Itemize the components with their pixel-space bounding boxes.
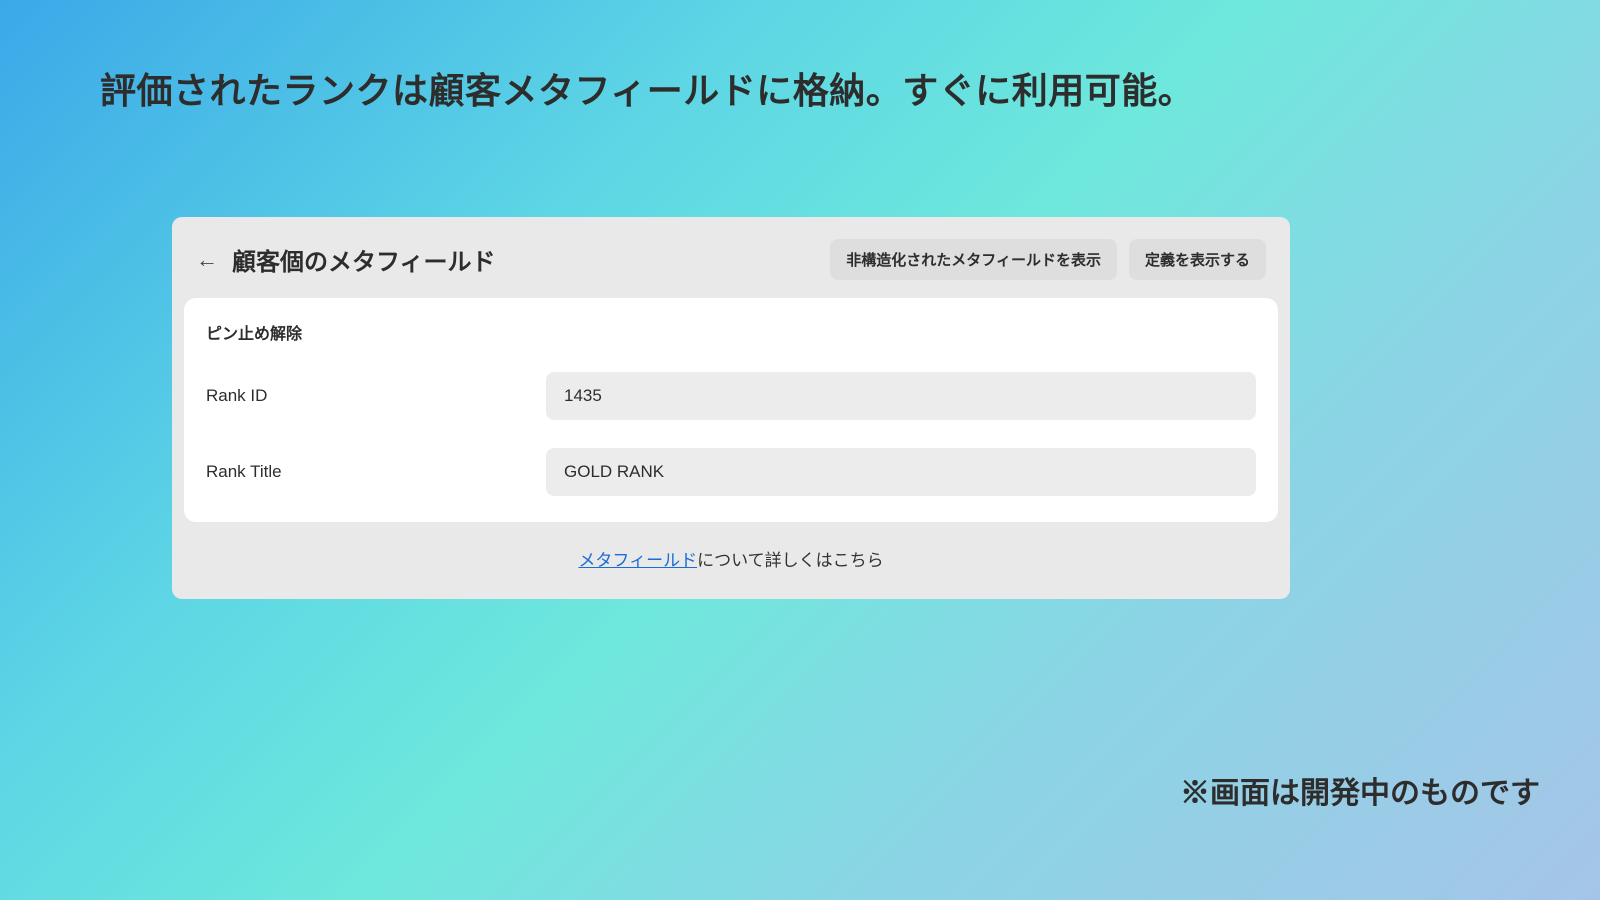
header-actions: 非構造化されたメタフィールドを表示 定義を表示する: [830, 239, 1266, 280]
footer-help: メタフィールドについて詳しくはこちら: [172, 522, 1290, 587]
footer-help-suffix: について詳しくはこちら: [697, 551, 884, 570]
show-unstructured-button[interactable]: 非構造化されたメタフィールドを表示: [830, 239, 1117, 280]
metafields-panel: ← 顧客個のメタフィールド 非構造化されたメタフィールドを表示 定義を表示する …: [172, 217, 1290, 599]
metafields-help-link[interactable]: メタフィールド: [578, 551, 697, 570]
field-value[interactable]: GOLD RANK: [546, 448, 1256, 496]
field-label: Rank Title: [206, 462, 546, 482]
panel-title: 顧客個のメタフィールド: [232, 242, 496, 277]
panel-header: ← 顧客個のメタフィールド 非構造化されたメタフィールドを表示 定義を表示する: [172, 217, 1290, 298]
field-value[interactable]: 1435: [546, 372, 1256, 420]
field-row-rank-title: Rank Title GOLD RANK: [206, 448, 1256, 496]
section-label-unpinned: ピン止め解除: [206, 320, 1256, 344]
page-headline: 評価されたランクは顧客メタフィールドに格納。すぐに利用可能。: [100, 62, 1194, 114]
development-disclaimer: ※画面は開発中のものです: [1180, 768, 1540, 812]
back-arrow-icon[interactable]: ←: [196, 249, 218, 271]
header-left: ← 顧客個のメタフィールド: [196, 242, 496, 277]
metafields-card: ピン止め解除 Rank ID 1435 Rank Title GOLD RANK: [184, 298, 1278, 522]
field-row-rank-id: Rank ID 1435: [206, 372, 1256, 420]
show-definitions-button[interactable]: 定義を表示する: [1129, 239, 1266, 280]
field-label: Rank ID: [206, 386, 546, 406]
